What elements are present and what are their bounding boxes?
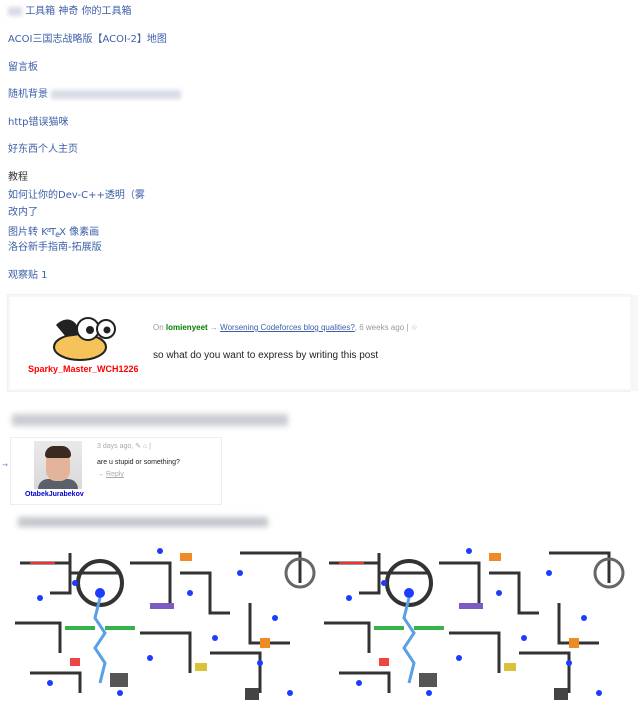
guestbook-link[interactable]: 留言板 <box>8 61 38 74</box>
comment-card: Sparky_Master_WCH1226 On lomienyeet → Wo… <box>8 295 638 391</box>
blurred-text <box>18 517 268 527</box>
random-background-link[interactable]: 随机背景 <box>8 88 182 101</box>
blurred-text <box>12 414 288 426</box>
arrow-icon: → <box>2 461 8 469</box>
meta-on: On <box>153 323 164 332</box>
tutorial-link-devcpp[interactable]: 如何让你的Dev-C++透明（雾 <box>8 189 145 202</box>
star-icon[interactable]: ☆ <box>411 323 418 332</box>
blurred-text <box>8 6 22 16</box>
map-tile <box>10 543 319 702</box>
acoi-map-link[interactable]: ACOI三国志战略版【ACOI-2】地图 <box>8 33 167 46</box>
meta-arrow: → <box>209 323 218 332</box>
map-tile-repeat <box>317 543 628 702</box>
circuit-map <box>10 543 628 702</box>
reply-meta: 3 days ago, ✎ ⌂ | <box>97 442 151 450</box>
avatar[interactable] <box>34 441 82 489</box>
reply-time: 3 days ago, <box>97 443 134 450</box>
tutorial-link-text: 图片转 KaTeX 像素画 <box>8 226 100 239</box>
comment-meta: On lomienyeet → Worsening Codeforces blo… <box>153 323 418 332</box>
view-post-link[interactable]: 观察贴 1 <box>8 269 48 282</box>
comment-inner: Sparky_Master_WCH1226 On lomienyeet → Wo… <box>10 297 630 389</box>
tutorial-link-luogu-guide[interactable]: 洛谷新手指南-拓展版 <box>8 241 102 254</box>
reply-arrow: → <box>97 471 104 478</box>
vote-icon[interactable]: ✎ ⌂ | <box>135 443 151 450</box>
homepage-link[interactable]: 好东西个人主页 <box>8 143 78 156</box>
reply-author[interactable]: OtabekJurabekov <box>25 491 84 498</box>
comment-text: so what do you want to express by writin… <box>153 350 379 361</box>
reply-label: Reply <box>105 471 124 478</box>
meta-separator: | <box>406 323 409 332</box>
goose-avatar-icon <box>53 317 116 361</box>
reply-card: OtabekJurabekov 3 days ago, ✎ ⌂ | are u … <box>10 437 222 505</box>
avatar-hair <box>45 446 71 458</box>
random-background-link-text: 随机背景 <box>8 89 48 100</box>
reply-link[interactable]: → Reply <box>97 471 124 478</box>
reply-text: are u stupid or something? <box>97 459 180 466</box>
katex-logo: KaTeX <box>41 226 66 239</box>
tutorial-link-changed[interactable]: 改内了 <box>8 206 38 219</box>
blurred-text <box>51 89 182 99</box>
meta-time: , 6 weeks ago <box>354 323 405 332</box>
tutorials-heading: 教程 <box>8 172 28 183</box>
meta-username[interactable]: lomienyeet <box>166 323 208 332</box>
toolbox-link-text: 工具箱 神奇 你的工具箱 <box>25 6 132 17</box>
http-cat-link[interactable]: http错误猫咪 <box>8 116 69 129</box>
comment-author[interactable]: Sparky_Master_WCH1226 <box>28 364 139 374</box>
meta-post-link[interactable]: Worsening Codeforces blog qualities? <box>220 323 355 332</box>
circuit-map-image <box>10 543 628 702</box>
tutorial-link-image-to-pixel[interactable]: 图片转 KaTeX 像素画 <box>8 224 99 241</box>
toolbox-link[interactable]: 工具箱 神奇 你的工具箱 <box>8 5 132 18</box>
